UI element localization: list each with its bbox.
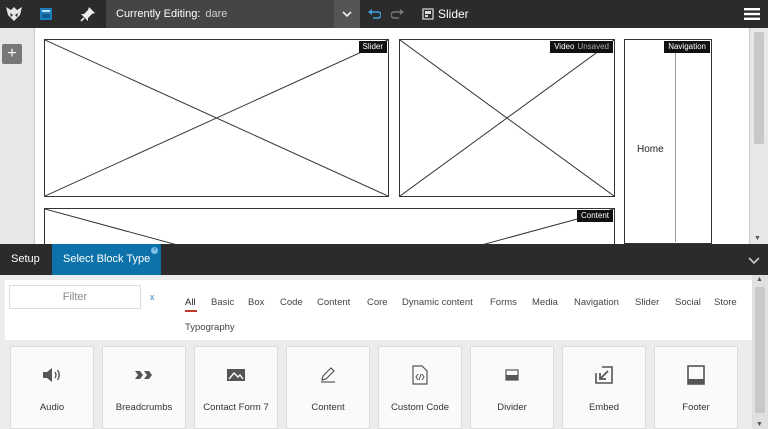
hamburger-menu-icon[interactable] [740, 0, 764, 28]
template-icon [418, 0, 438, 28]
category-media[interactable]: Media [532, 297, 558, 308]
block-type-breadcrumbs[interactable]: Breadcrumbs [102, 346, 186, 429]
category-typography[interactable]: Typography [185, 322, 235, 333]
video-block[interactable]: Video Unsaved [399, 39, 615, 197]
pin-icon[interactable] [76, 0, 100, 28]
pencil-icon [287, 365, 369, 385]
audio-icon [11, 365, 93, 385]
block-type-grid: Audio Breadcrumbs Contact Form 7 Content… [10, 346, 750, 429]
scrollbar-thumb[interactable] [754, 32, 764, 144]
block-type-footer[interactable]: Footer [654, 346, 738, 429]
block-type-name: Breadcrumbs [115, 402, 173, 413]
category-code[interactable]: Code [280, 297, 303, 308]
template-name: Slider [438, 7, 469, 21]
category-all[interactable]: All [185, 297, 196, 308]
category-basic[interactable]: Basic [211, 297, 234, 308]
scrollbar-thumb[interactable] [755, 287, 765, 413]
block-type-divider[interactable]: Divider [470, 346, 554, 429]
panel-scrollbar[interactable]: ▲ ▼ [752, 275, 768, 429]
page-wrapper: Slider Video Unsaved Home Navigation Cont… [34, 28, 750, 244]
block-type-name: Footer [682, 402, 710, 413]
chevron-down-icon[interactable] [748, 252, 760, 270]
placeholder-cross-icon [45, 40, 388, 196]
category-store[interactable]: Store [714, 297, 737, 308]
active-category-indicator [185, 310, 197, 312]
block-type-panel: x All Basic Box Code Content Core Dynami… [0, 275, 768, 429]
content-block[interactable]: Content [44, 208, 615, 244]
tab-label: Select Block Type [63, 253, 151, 265]
undo-icon[interactable] [364, 0, 384, 28]
contact-form-icon [195, 365, 277, 385]
category-slider[interactable]: Slider [635, 297, 659, 308]
nav-item-home[interactable]: Home [637, 144, 664, 155]
placeholder-cross-icon [400, 40, 614, 196]
redo-icon[interactable] [388, 0, 408, 28]
editing-label: Currently Editing: [116, 8, 201, 20]
block-type-audio[interactable]: Audio [10, 346, 94, 429]
slider-block[interactable]: Slider [44, 39, 389, 197]
block-type-name: Divider [497, 402, 527, 413]
top-toolbar: Currently Editing: dare Slider [0, 0, 768, 28]
category-forms[interactable]: Forms [490, 297, 517, 308]
block-type-name: Contact Form 7 [203, 402, 269, 413]
filter-area: x All Basic Box Code Content Core Dynami… [5, 280, 752, 340]
canvas-scrollbar[interactable]: ▼ [750, 28, 768, 244]
panel-tab-bar: Setup Select Block Type × [0, 244, 768, 275]
chevron-down-icon[interactable] [334, 0, 360, 28]
embed-icon [563, 365, 645, 385]
category-content[interactable]: Content [317, 297, 350, 308]
divider-icon [471, 365, 553, 385]
block-tag-label: Navigation [668, 42, 706, 51]
placeholder-cross-icon [45, 209, 614, 244]
close-icon[interactable]: × [151, 247, 159, 254]
breadcrumbs-icon [103, 365, 185, 385]
editing-value: dare [205, 8, 228, 20]
category-navigation[interactable]: Navigation [574, 297, 619, 308]
block-type-embed[interactable]: Embed [562, 346, 646, 429]
category-core[interactable]: Core [367, 297, 388, 308]
block-tag: Navigation [664, 41, 710, 53]
scroll-down-arrow-icon[interactable]: ▼ [754, 235, 761, 242]
block-type-name: Custom Code [390, 402, 450, 413]
unsaved-status: Unsaved [577, 42, 609, 51]
block-type-content[interactable]: Content [286, 346, 370, 429]
block-type-name: Embed [588, 402, 620, 413]
tab-setup[interactable]: Setup [0, 244, 51, 275]
category-box[interactable]: Box [248, 297, 264, 308]
block-type-name: Audio [39, 402, 65, 413]
block-type-custom-code[interactable]: Custom Code [378, 346, 462, 429]
layout-icon[interactable] [34, 0, 58, 28]
filter-clear-button[interactable]: x [150, 292, 155, 302]
block-type-contact-form-7[interactable]: Contact Form 7 [194, 346, 278, 429]
add-block-button[interactable]: + [2, 44, 22, 64]
block-tag: Slider [358, 41, 387, 53]
category-social[interactable]: Social [675, 297, 701, 308]
scroll-down-arrow-icon[interactable]: ▼ [756, 421, 763, 428]
category-dynamic-content[interactable]: Dynamic content [402, 297, 473, 308]
logo-icon[interactable] [0, 0, 28, 28]
block-type-name: Content [311, 402, 345, 413]
filter-input[interactable] [9, 285, 141, 309]
block-tag-label: Content [580, 211, 609, 220]
scroll-up-arrow-icon[interactable]: ▲ [756, 276, 763, 283]
footer-icon [655, 365, 737, 385]
block-tag-label: Video [554, 42, 575, 51]
navigation-block[interactable]: Home Navigation [624, 39, 712, 244]
currently-editing-selector[interactable]: Currently Editing: dare [106, 0, 334, 28]
nav-divider [675, 52, 676, 242]
block-tag: Video Unsaved [550, 41, 613, 53]
block-tag-label: Slider [362, 42, 383, 51]
code-file-icon [379, 365, 461, 385]
layout-canvas: + Slider Video Unsaved Home Navigation C… [0, 28, 768, 244]
block-tag: Content [576, 210, 613, 222]
tab-select-block-type[interactable]: Select Block Type × [52, 244, 162, 275]
